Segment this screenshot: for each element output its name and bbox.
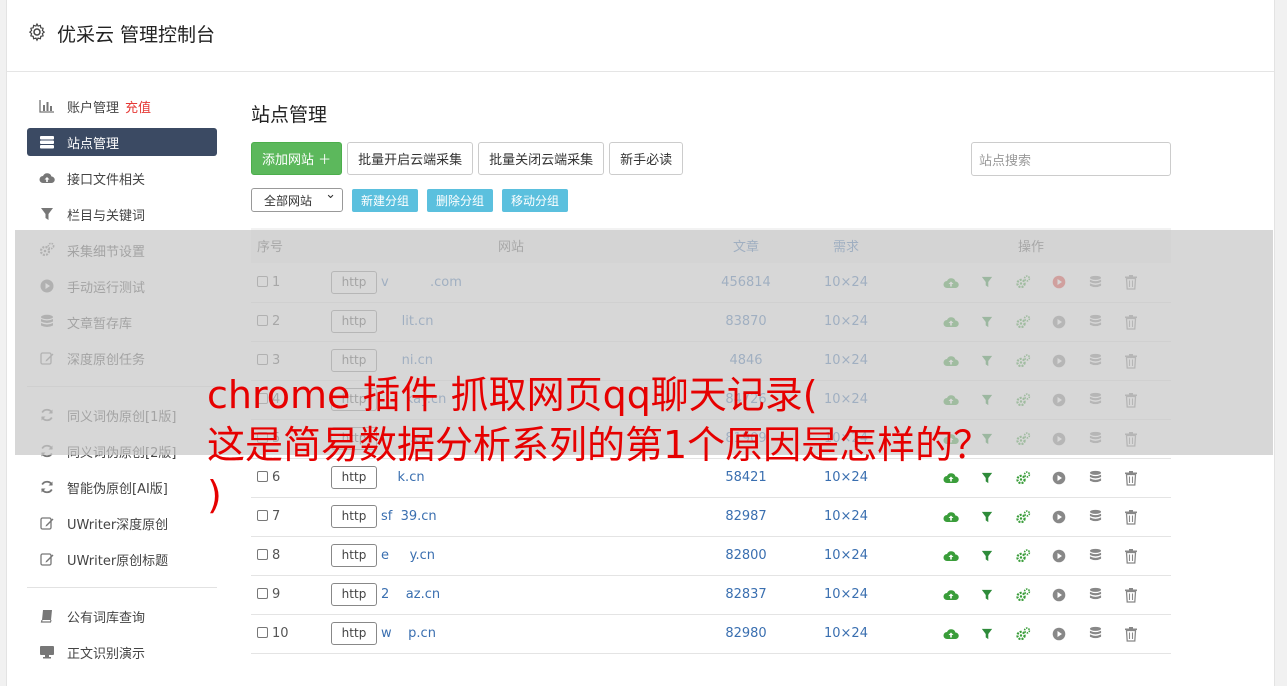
refresh-icon xyxy=(39,479,55,495)
database-icon[interactable] xyxy=(1087,626,1103,642)
site-domain-link[interactable]: 2 az.cn xyxy=(381,587,440,602)
sidebar-item[interactable]: 账户管理 充值 xyxy=(27,92,217,120)
sidebar-item-label: 正文识别演示 xyxy=(67,646,146,662)
newbie-guide-button[interactable]: 新手必读 xyxy=(609,141,684,175)
recharge-link[interactable]: 充值 xyxy=(125,97,151,116)
delete-group-button[interactable]: 删除分组 xyxy=(427,188,494,212)
edit-icon xyxy=(39,515,55,531)
protocol-badge: http xyxy=(331,622,377,645)
site-cell: http 2 az.cn xyxy=(331,575,691,614)
overlay-line: ) xyxy=(207,473,222,517)
group-select[interactable]: 全部网站 xyxy=(251,187,343,212)
demand-value[interactable]: 10×24 xyxy=(801,614,891,653)
main-content: 站点管理 添加网站 ＋ 批量开启云端采集 批量关闭云端采集 新手必读 站点搜索 … xyxy=(251,100,1171,653)
sidebar-item-label: 栏目与关键词 xyxy=(67,208,146,224)
sidebar-item-label: 接口文件相关 xyxy=(67,172,146,188)
filter-icon xyxy=(39,206,55,222)
gears-icon[interactable] xyxy=(1015,548,1031,564)
sidebar-item[interactable]: 智能伪原创[AI版] xyxy=(27,473,217,501)
sidebar-item-label: 智能伪原创[AI版] xyxy=(67,481,168,497)
overlay-line: 这是简易数据分析系列的第1个原因是怎样的？ xyxy=(207,423,992,467)
server-icon xyxy=(39,134,55,150)
filter-icon[interactable] xyxy=(979,587,995,603)
filter-icon[interactable] xyxy=(979,626,995,642)
cloud-upload-icon[interactable] xyxy=(943,587,959,603)
database-icon[interactable] xyxy=(1087,587,1103,603)
gear-icon[interactable] xyxy=(27,22,47,42)
table-row: 9 http 2 az.cn 82837 10×24 xyxy=(251,575,1171,614)
sidebar-item[interactable]: 公有词库查询 xyxy=(27,602,217,630)
article-count[interactable]: 82980 xyxy=(691,614,801,653)
table-row: 10 http w p.cn 82980 10×24 xyxy=(251,614,1171,653)
top-header: 优采云 管理控制台 xyxy=(7,0,1274,72)
database-icon[interactable] xyxy=(1087,548,1103,564)
ops-cell xyxy=(891,614,1171,653)
new-group-button[interactable]: 新建分组 xyxy=(352,188,419,212)
bar-chart-icon xyxy=(39,98,55,114)
sidebar-item[interactable]: UWriter原创标题 xyxy=(27,545,217,573)
move-group-button[interactable]: 移动分组 xyxy=(502,188,569,212)
cloud-upload-icon[interactable] xyxy=(943,548,959,564)
row-checkbox[interactable] xyxy=(257,588,268,599)
book-icon xyxy=(39,608,55,624)
play-circle-icon[interactable] xyxy=(1051,587,1067,603)
ops-cell xyxy=(891,536,1171,575)
demand-value[interactable]: 10×24 xyxy=(801,536,891,575)
sidebar-item-label: 站点管理 xyxy=(67,136,120,152)
add-site-button[interactable]: 添加网站 ＋ xyxy=(251,141,343,175)
article-count[interactable]: 82837 xyxy=(691,575,801,614)
row-number-cell: 9 xyxy=(251,575,331,614)
gears-icon[interactable] xyxy=(1015,587,1031,603)
gears-icon[interactable] xyxy=(1015,626,1031,642)
overlay-line: chrome 插件 抓取网页qq聊天记录( xyxy=(207,373,818,417)
article-count[interactable]: 82800 xyxy=(691,536,801,575)
row-number: 9 xyxy=(272,587,281,602)
group-controls: 全部网站 新建分组 删除分组 移动分组 xyxy=(251,187,1171,212)
batch-close-button[interactable]: 批量关闭云端采集 xyxy=(478,141,605,175)
sidebar-item[interactable]: 站点管理 xyxy=(27,128,217,156)
site-cell: http w p.cn xyxy=(331,614,691,653)
trash-icon[interactable] xyxy=(1123,548,1139,564)
sidebar-item[interactable]: UWriter深度原创 xyxy=(27,509,217,537)
sidebar-item[interactable]: 接口文件相关 xyxy=(27,164,217,192)
app-title: 优采云 管理控制台 xyxy=(57,24,216,46)
site-domain-link[interactable]: e y.cn xyxy=(381,548,435,563)
monitor-icon xyxy=(39,644,55,660)
sidebar-item-label: 公有词库查询 xyxy=(67,610,146,626)
row-checkbox[interactable] xyxy=(257,549,268,560)
cloud-upload-icon[interactable] xyxy=(943,626,959,642)
trash-icon[interactable] xyxy=(1123,626,1139,642)
page-title: 站点管理 xyxy=(251,104,328,126)
site-domain-link[interactable]: w p.cn xyxy=(381,626,436,641)
row-number-cell: 10 xyxy=(251,614,331,653)
row-checkbox[interactable] xyxy=(257,627,268,638)
row-number: 10 xyxy=(272,626,289,641)
sidebar-item-label: UWriter原创标题 xyxy=(67,553,169,569)
protocol-badge: http xyxy=(331,544,377,567)
site-search-input[interactable]: 站点搜索 xyxy=(971,142,1171,176)
row-number: 8 xyxy=(272,548,281,563)
site-cell: http e y.cn xyxy=(331,536,691,575)
trash-icon[interactable] xyxy=(1123,587,1139,603)
row-number-cell: 8 xyxy=(251,536,331,575)
edit-icon xyxy=(39,551,55,567)
ops-cell xyxy=(891,575,1171,614)
play-circle-icon[interactable] xyxy=(1051,548,1067,564)
sidebar-item[interactable]: 正文识别演示 xyxy=(27,638,217,666)
protocol-badge: http xyxy=(331,583,377,606)
sidebar-item-label: UWriter深度原创 xyxy=(67,517,169,533)
sidebar-item-label: 账户管理 xyxy=(67,100,120,116)
play-circle-icon[interactable] xyxy=(1051,626,1067,642)
filter-icon[interactable] xyxy=(979,548,995,564)
batch-open-button[interactable]: 批量开启云端采集 xyxy=(347,141,474,175)
table-row: 8 http e y.cn 82800 10×24 xyxy=(251,536,1171,575)
overlay-headline: chrome 插件 抓取网页qq聊天记录( 这是简易数据分析系列的第1个原因是怎… xyxy=(207,370,1127,520)
sidebar-divider xyxy=(27,587,217,588)
cloud-upload-icon xyxy=(39,170,55,186)
demand-value[interactable]: 10×24 xyxy=(801,575,891,614)
sidebar-item[interactable]: 栏目与关键词 xyxy=(27,200,217,228)
